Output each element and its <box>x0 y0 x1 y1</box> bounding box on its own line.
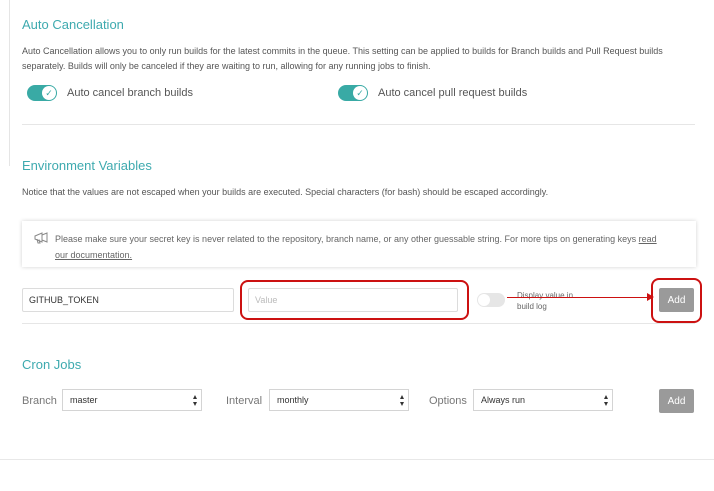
notice-text: Please make sure your secret key is neve… <box>55 231 685 263</box>
auto-cancel-pr-label: Auto cancel pull request builds <box>378 87 528 99</box>
notice-link-read[interactable]: read <box>639 234 657 244</box>
megaphone-icon <box>34 232 48 244</box>
annotation-highlight-value <box>240 280 469 320</box>
auto-cancel-branch-row: ✓ Auto cancel branch builds <box>27 85 193 101</box>
cron-branch-select[interactable]: master <box>62 389 202 411</box>
auto-cancel-branch-toggle[interactable]: ✓ <box>27 85 57 101</box>
display-value-label: Display value in build log <box>517 290 573 312</box>
select-arrows-icon <box>604 395 608 406</box>
cron-branch-label: Branch <box>22 395 57 407</box>
auto-cancel-branch-label: Auto cancel branch builds <box>67 87 193 99</box>
cron-options-select[interactable]: Always run <box>473 389 613 411</box>
display-value-label-line2: build log <box>517 302 547 311</box>
auto-cancellation-description: Auto Cancellation allows you to only run… <box>22 46 663 71</box>
section-divider <box>22 124 695 125</box>
notice-link-documentation[interactable]: our documentation. <box>55 250 132 260</box>
annotation-arrow <box>507 297 652 298</box>
cron-interval-value: monthly <box>277 395 309 405</box>
cron-jobs-heading: Cron Jobs <box>22 357 82 372</box>
display-toggle-knob <box>478 294 490 306</box>
select-arrows-icon <box>193 395 197 406</box>
auto-cancellation-heading: Auto Cancellation <box>22 17 124 32</box>
cron-branch-value: master <box>70 395 98 405</box>
display-value-toggle[interactable] <box>477 293 505 307</box>
env-vars-description: Notice that the values are not escaped w… <box>22 187 549 197</box>
cron-options-label: Options <box>429 395 467 407</box>
env-name-input[interactable]: GITHUB_TOKEN <box>22 288 234 312</box>
env-name-value: GITHUB_TOKEN <box>29 295 99 305</box>
auto-cancel-pr-toggle[interactable]: ✓ <box>338 85 368 101</box>
auto-cancel-pr-row: ✓ Auto cancel pull request builds <box>338 85 527 101</box>
cron-interval-label: Interval <box>226 395 263 407</box>
display-value-label-line1: Display value in <box>517 291 574 300</box>
env-vars-heading: Environment Variables <box>22 158 152 173</box>
left-border <box>9 0 10 166</box>
select-arrows-icon <box>400 395 404 406</box>
add-cron-job-button[interactable]: Add <box>659 389 694 413</box>
cron-options-value: Always run <box>481 395 526 405</box>
check-icon: ✓ <box>353 86 367 100</box>
cron-interval-select[interactable]: monthly <box>269 389 409 411</box>
secret-key-notice: Please make sure your secret key is neve… <box>22 221 696 267</box>
section-divider <box>22 323 695 324</box>
notice-body: Please make sure your secret key is neve… <box>55 234 637 244</box>
page-bottom-border <box>0 459 714 460</box>
check-icon: ✓ <box>42 86 56 100</box>
annotation-highlight-add <box>651 278 702 323</box>
